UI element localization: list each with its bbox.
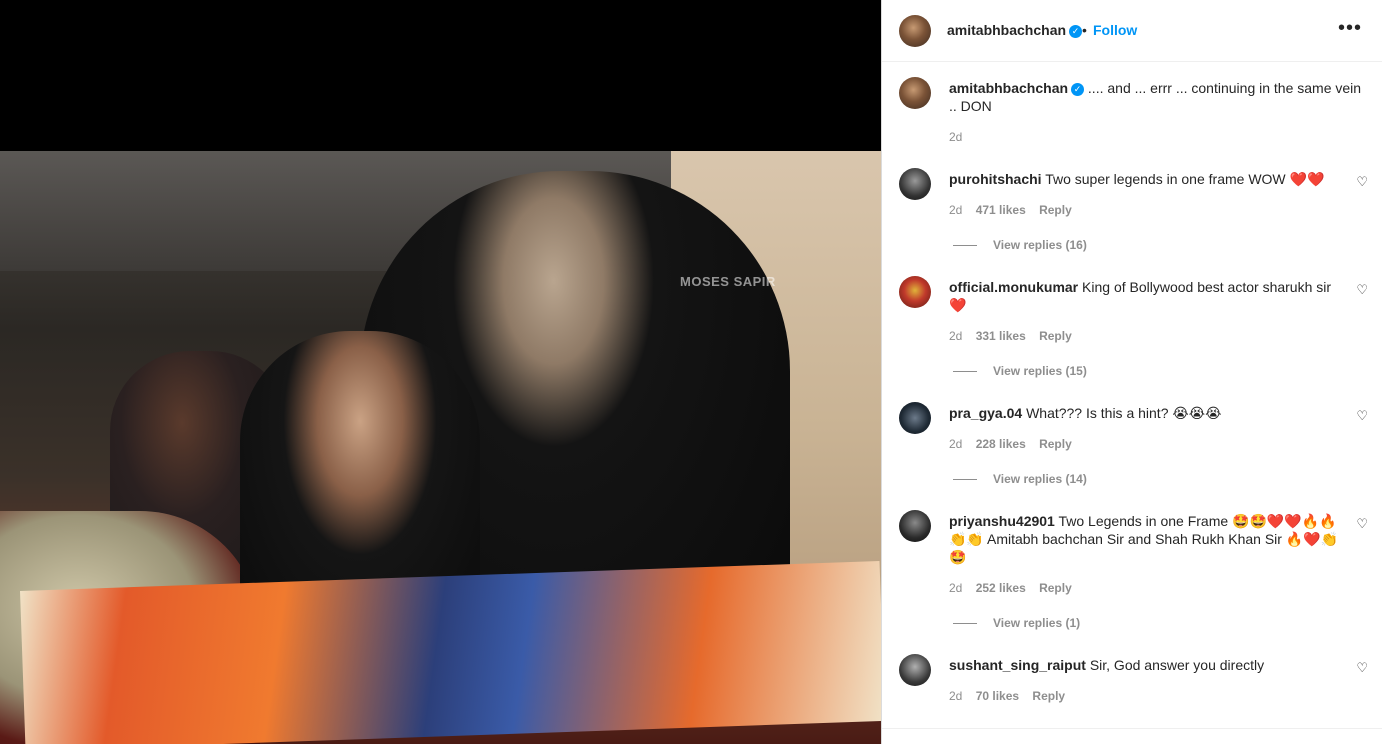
comment-meta: 2d 228 likes Reply — [949, 437, 1082, 451]
photo-poster — [20, 560, 881, 744]
comment-text-block: purohitshachi Two super legends in one f… — [949, 170, 1349, 188]
caption-avatar[interactable] — [899, 77, 931, 109]
commenter-avatar[interactable] — [899, 168, 931, 200]
view-replies-line — [953, 371, 977, 373]
caption-username[interactable]: amitabhbachchan — [949, 80, 1068, 96]
post-side-panel: amitabhbachchan ✓ • Follow ••• amitabhbac… — [881, 0, 1382, 744]
view-replies-line — [953, 479, 977, 481]
comment-meta: 2d 471 likes Reply — [949, 203, 1082, 217]
comment-meta: 2d 70 likes Reply — [949, 689, 1075, 703]
reply-button[interactable]: Reply — [1039, 329, 1072, 343]
view-replies-label[interactable]: View replies (14) — [993, 472, 1087, 486]
comments-list[interactable]: amitabhbachchan ✓ .... and ... errr ... c… — [882, 63, 1382, 728]
comment-time: 2d — [949, 329, 963, 343]
more-options-icon[interactable]: ••• — [1338, 18, 1362, 38]
commenter-username[interactable]: purohitshachi — [949, 171, 1042, 187]
comment-time: 2d — [949, 689, 963, 703]
view-replies-line — [953, 623, 977, 625]
commenter-username[interactable]: sushant_sing_raiput — [949, 657, 1086, 673]
commenter-username[interactable]: official.monukumar — [949, 279, 1078, 295]
action-bar — [882, 728, 1382, 744]
reply-button[interactable]: Reply — [1032, 689, 1065, 703]
commenter-avatar[interactable] — [899, 402, 931, 434]
comment-text: What??? Is this a hint? 😭😭😭 — [1026, 405, 1222, 421]
comment-likes[interactable]: 252 likes — [976, 581, 1026, 595]
post-photo[interactable]: MOSES SAPIR — [0, 151, 881, 744]
comment-text: Sir, God answer you directly — [1089, 657, 1265, 673]
like-heart-icon[interactable]: ♡ — [1356, 282, 1368, 298]
photo-watermark: MOSES SAPIR — [680, 274, 776, 289]
commenter-username[interactable]: priyanshu42901 — [949, 513, 1055, 529]
comment-text-block: pra_gya.04 What??? Is this a hint? 😭😭😭 — [949, 404, 1349, 422]
author-username[interactable]: amitabhbachchan — [947, 22, 1066, 38]
reply-button[interactable]: Reply — [1039, 437, 1072, 451]
post-media[interactable]: MOSES SAPIR — [0, 0, 881, 744]
reply-button[interactable]: Reply — [1039, 203, 1072, 217]
comment-text-block: sushant_sing_raiput Sir, God answer you … — [949, 656, 1349, 674]
view-replies-label[interactable]: View replies (1) — [993, 616, 1080, 630]
comment-text-block: priyanshu42901 Two Legends in one Frame … — [949, 512, 1344, 566]
commenter-avatar[interactable] — [899, 654, 931, 686]
comment-time: 2d — [949, 203, 963, 217]
view-replies-button[interactable]: View replies (14) — [953, 472, 1087, 486]
commenter-avatar[interactable] — [899, 510, 931, 542]
view-replies-line — [953, 245, 977, 247]
author-username-container[interactable]: amitabhbachchan ✓ — [947, 22, 1083, 38]
comment-time: 2d — [949, 437, 963, 451]
like-heart-icon[interactable]: ♡ — [1356, 660, 1368, 676]
follow-button[interactable]: Follow — [1093, 22, 1137, 38]
view-replies-label[interactable]: View replies (15) — [993, 364, 1087, 378]
comment-likes[interactable]: 331 likes — [976, 329, 1026, 343]
comment-likes[interactable]: 228 likes — [976, 437, 1026, 451]
comment-time: 2d — [949, 581, 963, 595]
view-replies-button[interactable]: View replies (15) — [953, 364, 1087, 378]
verified-badge-icon: ✓ — [1071, 82, 1085, 96]
view-replies-button[interactable]: View replies (16) — [953, 238, 1087, 252]
comment-text: Two super legends in one frame WOW ❤️❤️ — [1045, 171, 1325, 187]
comment-likes[interactable]: 70 likes — [976, 689, 1019, 703]
like-heart-icon[interactable]: ♡ — [1356, 174, 1368, 190]
view-replies-button[interactable]: View replies (1) — [953, 616, 1080, 630]
reply-button[interactable]: Reply — [1039, 581, 1072, 595]
header-separator: • — [1082, 22, 1087, 38]
comment-meta: 2d 331 likes Reply — [949, 329, 1082, 343]
commenter-username[interactable]: pra_gya.04 — [949, 405, 1022, 421]
like-heart-icon[interactable]: ♡ — [1356, 408, 1368, 424]
post-header: amitabhbachchan ✓ • Follow ••• — [882, 0, 1382, 62]
caption-meta: 2d — [949, 130, 972, 144]
caption-text-block: amitabhbachchan ✓ .... and ... errr ... c… — [949, 79, 1369, 115]
like-heart-icon[interactable]: ♡ — [1356, 516, 1368, 532]
comment-text-block: official.monukumar King of Bollywood bes… — [949, 278, 1349, 314]
commenter-avatar[interactable] — [899, 276, 931, 308]
verified-badge-icon: ✓ — [1069, 24, 1083, 38]
caption-time: 2d — [949, 130, 963, 144]
comment-meta: 2d 252 likes Reply — [949, 581, 1082, 595]
comment-likes[interactable]: 471 likes — [976, 203, 1026, 217]
author-avatar[interactable] — [899, 15, 931, 47]
view-replies-label[interactable]: View replies (16) — [993, 238, 1087, 252]
